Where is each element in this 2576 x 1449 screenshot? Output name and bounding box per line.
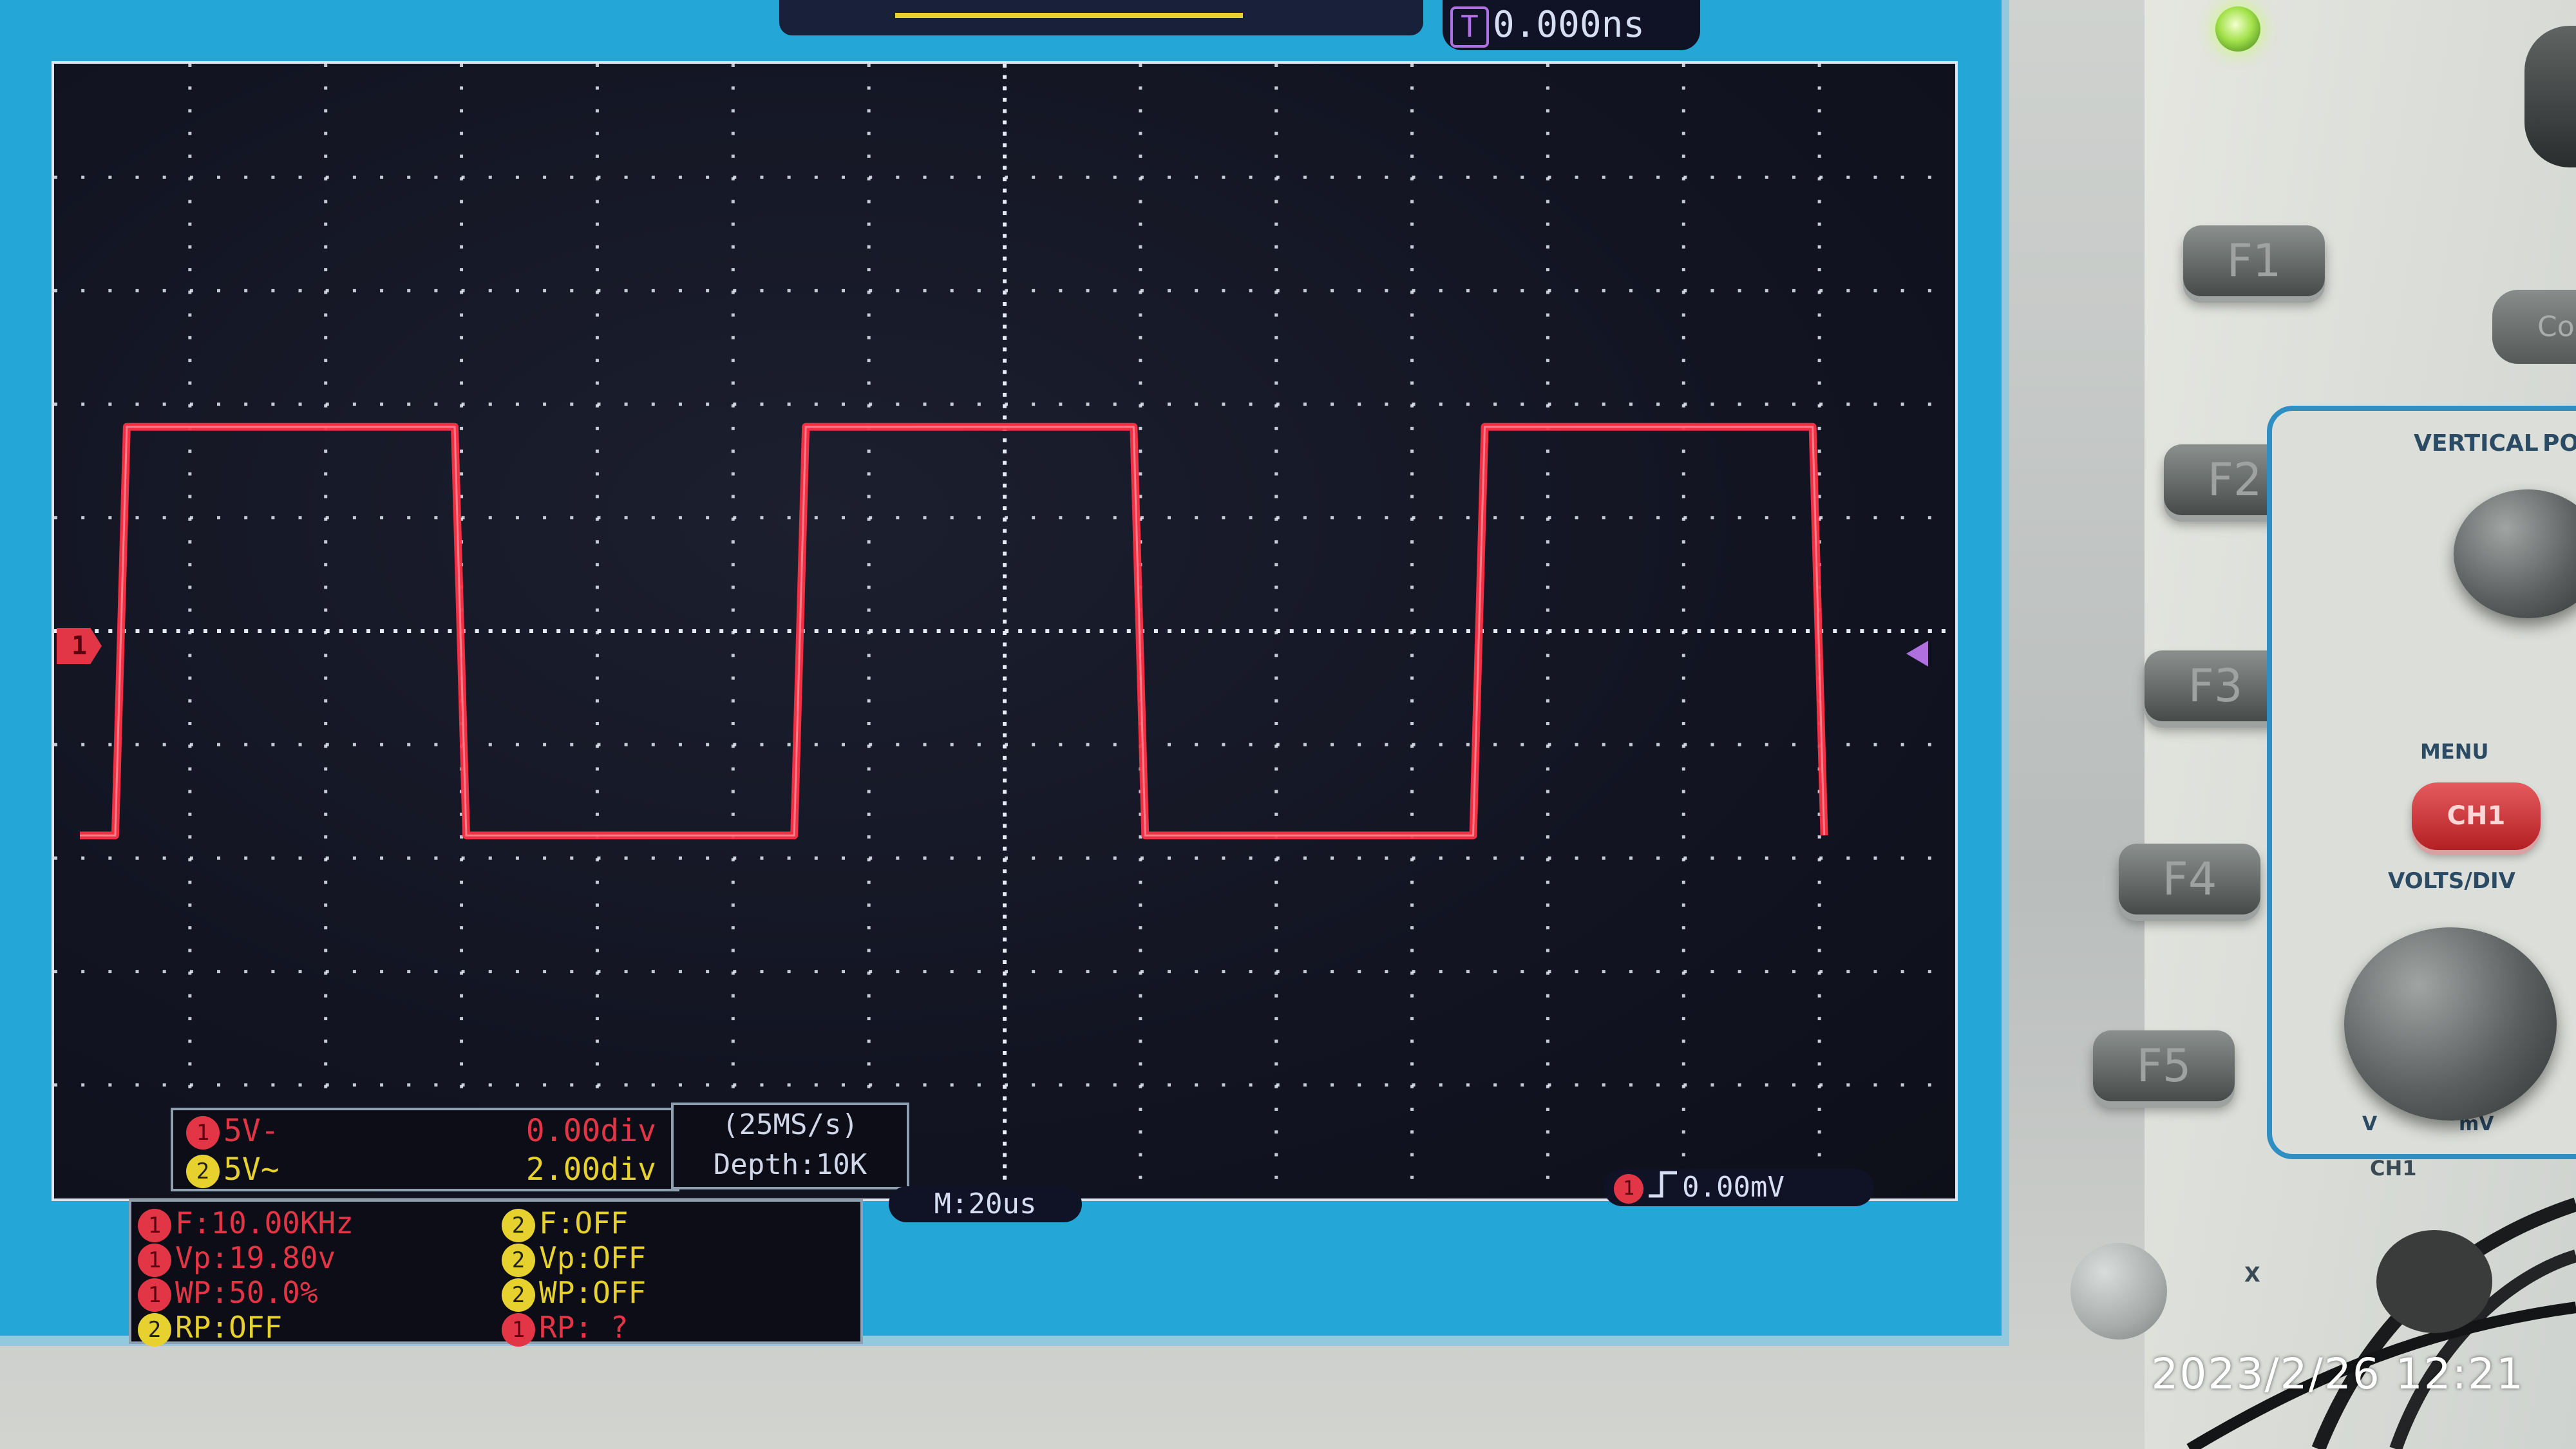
trigger-position-icon: T [1450, 6, 1489, 48]
ch2-vpp: 2 Vp:OFF [502, 1240, 646, 1277]
ch2-chip: 2 [186, 1155, 220, 1188]
ch2-vpp-text: Vp:OFF [539, 1240, 647, 1275]
acquisition-panel: (25MS/s) Depth:10K [671, 1103, 909, 1189]
memory-position-bar [895, 13, 1243, 18]
photo-timestamp: 2023/2/26 12:21 [2151, 1349, 2524, 1399]
ch2-chip: 2 [502, 1208, 535, 1242]
ch1-chip: 1 [138, 1208, 171, 1242]
trigger-level-marker [1906, 641, 1928, 667]
ch2-settings-row: 2 5V~ 2.00div [180, 1151, 676, 1191]
ch1-chip: 1 [138, 1278, 171, 1312]
ch1-frequency-text: F:10.00KHz [175, 1206, 354, 1240]
ch2-frequency: 2 F:OFF [502, 1206, 628, 1242]
bnc-connector [2376, 1230, 2492, 1333]
ch2-duty-text: WP:OFF [539, 1275, 647, 1310]
f1-button[interactable]: F1 [2183, 225, 2325, 296]
rising-edge-icon [1647, 1170, 1678, 1208]
ch1-scale-text: 5V- [223, 1113, 279, 1149]
vertical-label: VERTICAL [2414, 430, 2539, 457]
measurement-panel: 1 F:10.00KHz 1 Vp:19.80v 1 WP:50.0% 2 RP:OFF… [129, 1199, 863, 1347]
ch1-settings-row: 1 5V- 0.00div [180, 1113, 676, 1153]
ch1-rp: 1 RP: ? [502, 1310, 628, 1347]
ch1-chip: 1 [138, 1243, 171, 1277]
lcd-display: T0.000ns 1 15V- 0.00div 25V~ 2.00div [0, 0, 2009, 1347]
f5-button[interactable]: F5 [2093, 1030, 2235, 1101]
ch1-vpp-text: Vp:19.80v [175, 1240, 336, 1275]
ch2-frequency-text: F:OFF [539, 1206, 629, 1240]
knob-v-label: V [2362, 1113, 2378, 1135]
position-label: POS [2543, 430, 2576, 457]
ch1-scale: 1 5V- [186, 1113, 279, 1150]
sample-rate: (25MS/s) [722, 1108, 858, 1141]
ch1-duty-text: WP:50.0% [175, 1275, 318, 1310]
trigger-level-value: 0.00mV [1682, 1171, 1785, 1204]
ch2-scale: 2 5V~ [186, 1151, 279, 1188]
ch2-offset: 2.00div [526, 1151, 656, 1188]
oscilloscope-body: T0.000ns 1 15V- 0.00div 25V~ 2.00div [0, 0, 2576, 1449]
ch2-chip: 2 [138, 1312, 171, 1347]
ch1-offset: 0.00div [526, 1113, 656, 1149]
trigger-position-value: 0.000ns [1493, 4, 1645, 46]
trigger-level-readout: 1 0.00mV [1604, 1169, 1874, 1206]
menu-label: MENU [2420, 739, 2489, 764]
ch2-scale-text: 5V~ [223, 1151, 279, 1188]
ch1-marker-label: 1 [71, 631, 88, 661]
ch1-rp-text: RP: ? [539, 1310, 629, 1345]
ch2-rp-text: RP:OFF [175, 1310, 283, 1345]
trigger-position-readout: T 0.000ns [1443, 0, 1700, 50]
channel-settings-panel: 1 5V- 0.00div 2 5V~ 2.00div [171, 1108, 679, 1191]
volts-div-knob[interactable] [2344, 927, 2557, 1121]
ch1-menu-button[interactable]: CH1 [2412, 782, 2541, 850]
ch1-duty: 1 WP:50.0% [138, 1275, 318, 1312]
ch2-rp: 2 RP:OFF [138, 1310, 282, 1347]
power-knob[interactable] [2524, 26, 2576, 167]
ch2-chip: 2 [502, 1243, 535, 1277]
ch1-chip: 1 [502, 1312, 535, 1347]
volts-div-label: VOLTS/DIV [2388, 868, 2515, 894]
probe-cables [2186, 1197, 2576, 1449]
ch1-frequency: 1 F:10.00KHz [138, 1206, 354, 1242]
ch2-duty: 2 WP:OFF [502, 1275, 646, 1312]
ch1-chip: 1 [186, 1116, 220, 1150]
top-status-strip [779, 0, 1423, 35]
power-led [2215, 6, 2260, 52]
ch1-vpp: 1 Vp:19.80v [138, 1240, 336, 1277]
waveform-graticule [52, 61, 1958, 1201]
f3-button[interactable]: F3 [2145, 650, 2286, 721]
timebase-readout: M:20us [889, 1186, 1082, 1222]
copy-button[interactable]: Cop [2492, 290, 2576, 364]
f4-button[interactable]: F4 [2119, 844, 2260, 914]
ch2-chip: 2 [502, 1278, 535, 1312]
ch1-chip: 1 [1614, 1174, 1643, 1204]
memory-depth: Depth:10K [713, 1148, 867, 1181]
graticule-svg [54, 64, 1955, 1198]
